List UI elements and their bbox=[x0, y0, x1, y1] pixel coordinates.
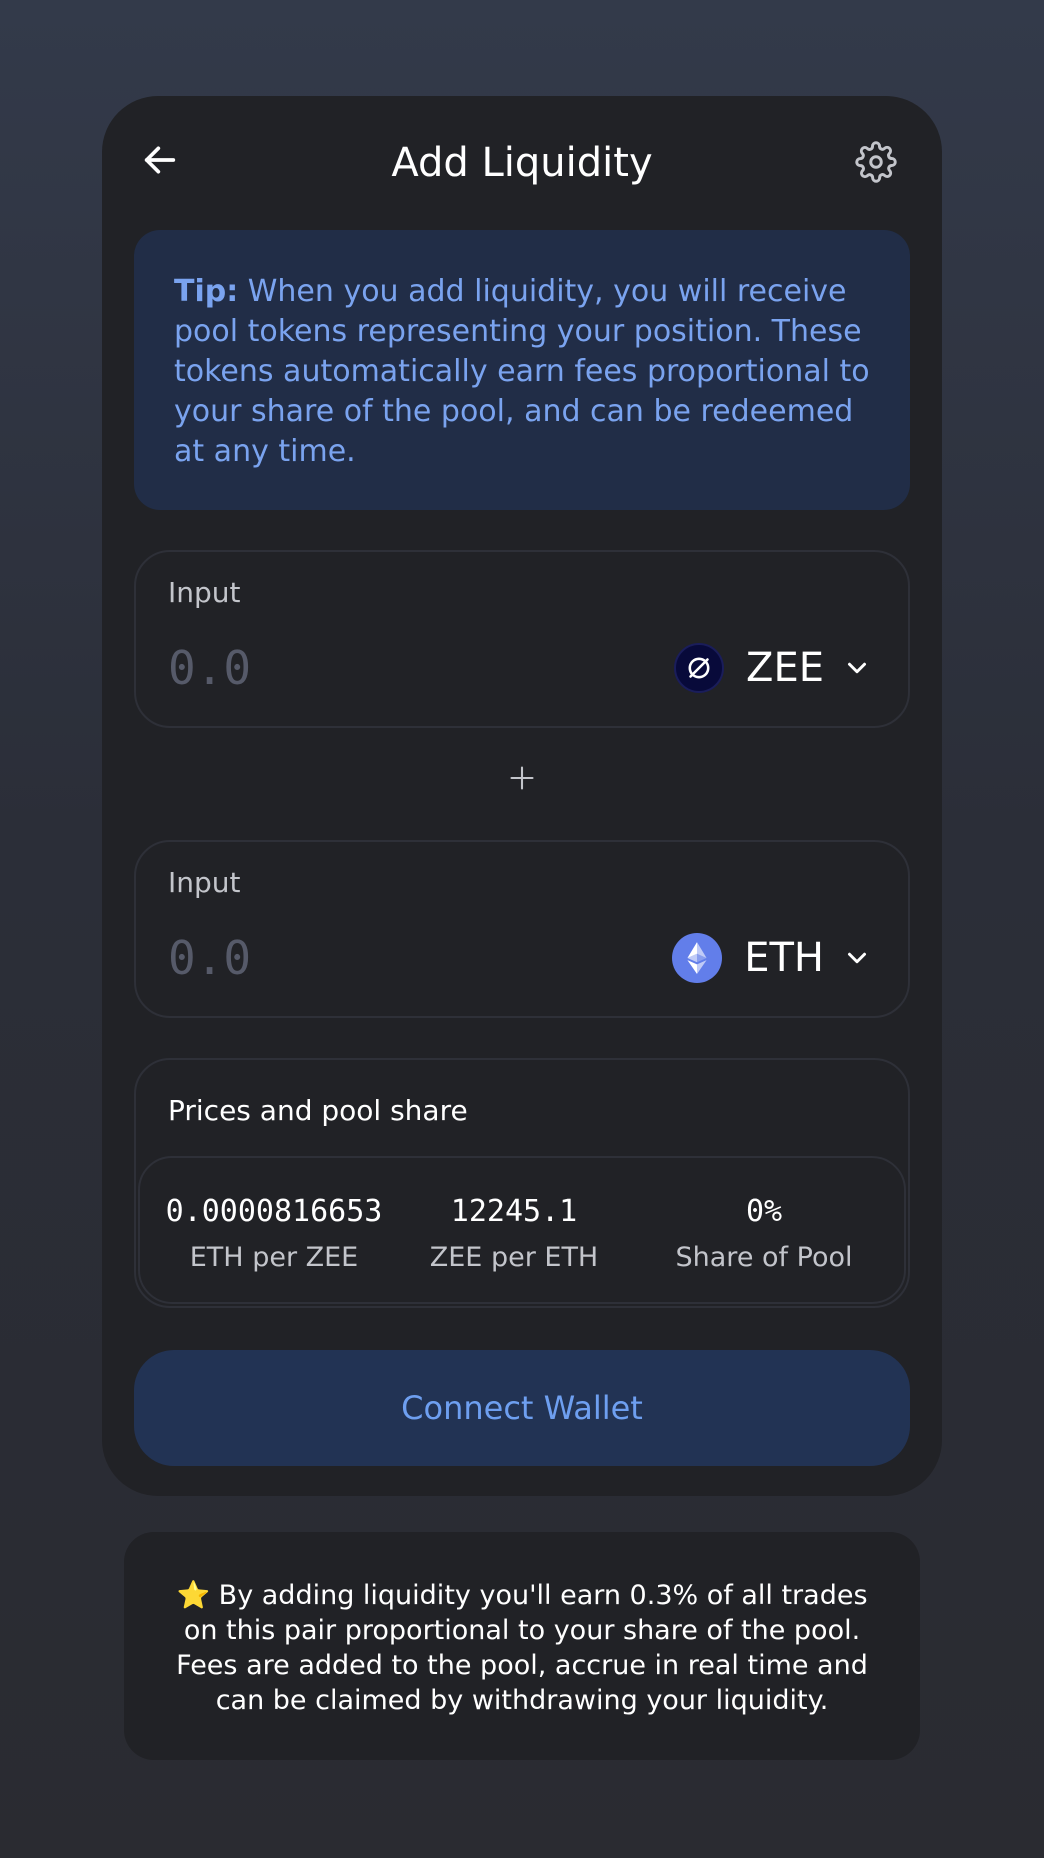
zee-token-icon bbox=[674, 643, 725, 693]
stat-eth-per-zee: 0.0000816653 ETH per ZEE bbox=[154, 1192, 394, 1278]
prices-stats: 0.0000816653 ETH per ZEE 12245.1 ZEE per… bbox=[138, 1156, 906, 1304]
header: Add Liquidity bbox=[102, 96, 942, 228]
info-text: By adding liquidity you'll earn 0.3% of … bbox=[176, 1580, 868, 1716]
tip-text: When you add liquidity, you will receive… bbox=[174, 274, 870, 469]
input-label: Input bbox=[168, 576, 241, 609]
stat-label: Share of Pool bbox=[675, 1242, 853, 1273]
input-label: Input bbox=[168, 866, 241, 899]
stat-value: 0% bbox=[745, 1194, 783, 1229]
token-input-panel-zee: Input ZEE bbox=[134, 550, 910, 728]
prices-title: Prices and pool share bbox=[168, 1094, 468, 1127]
token-symbol: ETH bbox=[744, 935, 824, 981]
amount-input-eth[interactable] bbox=[168, 926, 528, 990]
stat-label: ETH per ZEE bbox=[189, 1242, 359, 1273]
liquidity-info-box: ⭐ By adding liquidity you'll earn 0.3% o… bbox=[124, 1532, 920, 1760]
stat-value: 12245.1 bbox=[450, 1194, 578, 1229]
token-select-zee[interactable]: ZEE bbox=[674, 640, 872, 696]
stat-value: 0.0000816653 bbox=[165, 1194, 383, 1229]
add-liquidity-card: Add Liquidity Tip: When you add liquidit… bbox=[102, 96, 942, 1496]
token-input-panel-eth: Input ETH bbox=[134, 840, 910, 1018]
plus-separator bbox=[102, 758, 942, 798]
tip-label: Tip: bbox=[174, 274, 239, 309]
amount-input-zee[interactable] bbox=[168, 636, 528, 700]
prices-pool-share-panel: Prices and pool share 0.0000816653 ETH p… bbox=[134, 1058, 910, 1308]
stat-zee-per-eth: 12245.1 ZEE per ETH bbox=[394, 1192, 634, 1278]
star-icon: ⭐ bbox=[176, 1580, 211, 1611]
plus-icon bbox=[510, 766, 534, 790]
stat-share-of-pool: 0% Share of Pool bbox=[634, 1192, 894, 1278]
chevron-down-icon bbox=[848, 952, 866, 964]
connect-wallet-button[interactable]: Connect Wallet bbox=[134, 1350, 910, 1466]
gear-icon bbox=[855, 141, 897, 183]
token-select-eth[interactable]: ETH bbox=[672, 930, 872, 986]
eth-token-icon bbox=[672, 933, 723, 983]
settings-button[interactable] bbox=[854, 140, 898, 184]
token-symbol: ZEE bbox=[746, 645, 824, 691]
page-title: Add Liquidity bbox=[391, 140, 653, 186]
chevron-down-icon bbox=[848, 662, 866, 674]
stat-label: ZEE per ETH bbox=[429, 1242, 599, 1273]
tip-box: Tip: When you add liquidity, you will re… bbox=[134, 230, 910, 510]
